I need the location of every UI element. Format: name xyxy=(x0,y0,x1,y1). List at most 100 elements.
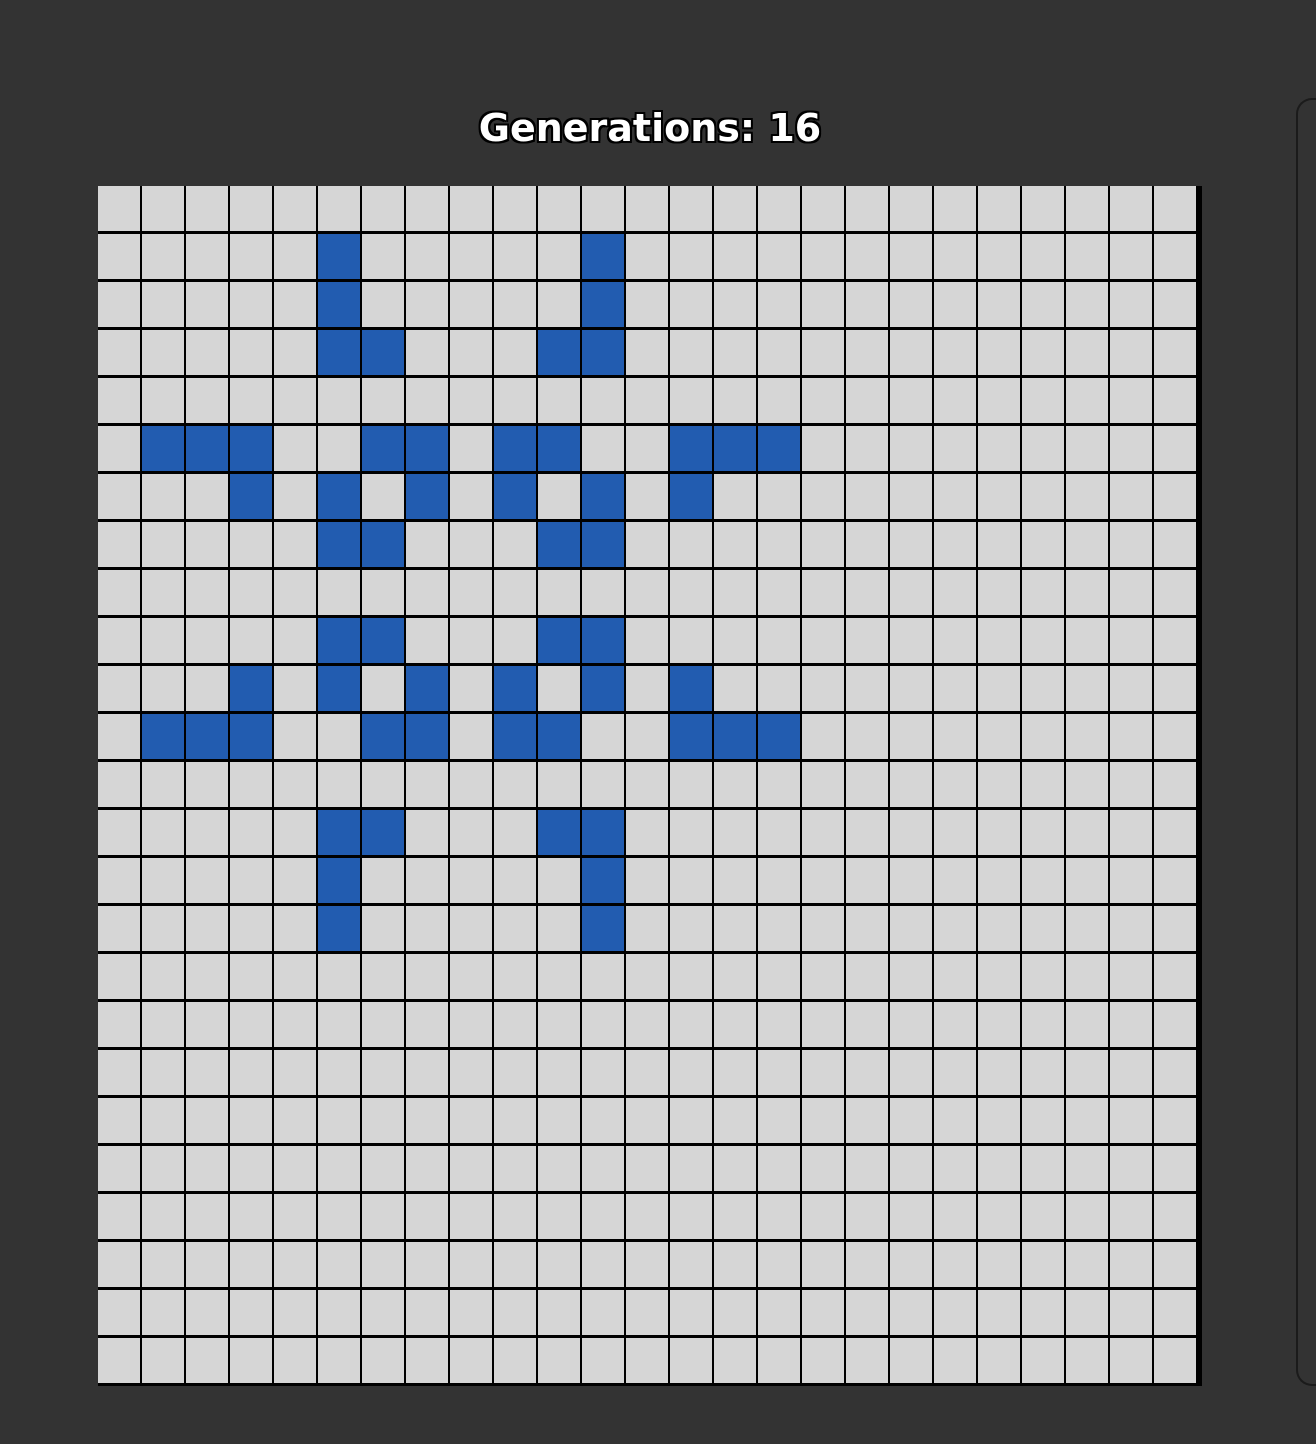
grid-cell[interactable] xyxy=(626,378,670,426)
grid-cell[interactable] xyxy=(582,1242,626,1290)
grid-cell[interactable] xyxy=(362,906,406,954)
grid-cell[interactable] xyxy=(230,954,274,1002)
grid-cell[interactable] xyxy=(978,954,1022,1002)
grid-cell[interactable] xyxy=(758,282,802,330)
grid-cell[interactable] xyxy=(890,1098,934,1146)
grid-cell-alive[interactable] xyxy=(142,426,186,474)
grid-cell[interactable] xyxy=(846,618,890,666)
grid-cell[interactable] xyxy=(142,474,186,522)
grid-cell[interactable] xyxy=(802,858,846,906)
grid-cell[interactable] xyxy=(98,1146,142,1194)
grid-cell[interactable] xyxy=(934,666,978,714)
grid-cell[interactable] xyxy=(670,954,714,1002)
grid-cell[interactable] xyxy=(494,1242,538,1290)
grid-cell-alive[interactable] xyxy=(582,906,626,954)
grid-cell[interactable] xyxy=(538,234,582,282)
grid-cell[interactable] xyxy=(934,618,978,666)
grid-cell[interactable] xyxy=(230,330,274,378)
grid-cell-alive[interactable] xyxy=(186,714,230,762)
grid-cell[interactable] xyxy=(1022,426,1066,474)
grid-cell-alive[interactable] xyxy=(318,522,362,570)
grid-cell[interactable] xyxy=(626,426,670,474)
grid-cell[interactable] xyxy=(450,474,494,522)
grid-cell[interactable] xyxy=(494,282,538,330)
grid-cell[interactable] xyxy=(802,522,846,570)
grid-cell[interactable] xyxy=(1154,762,1198,810)
grid-cell[interactable] xyxy=(186,810,230,858)
grid-cell[interactable] xyxy=(450,1290,494,1338)
grid-cell[interactable] xyxy=(934,1194,978,1242)
grid-cell[interactable] xyxy=(1154,906,1198,954)
grid-cell[interactable] xyxy=(494,810,538,858)
grid-cell[interactable] xyxy=(758,1338,802,1386)
grid-cell[interactable] xyxy=(846,714,890,762)
grid-cell[interactable] xyxy=(230,1242,274,1290)
grid-cell-alive[interactable] xyxy=(582,522,626,570)
grid-cell[interactable] xyxy=(1110,618,1154,666)
grid-cell[interactable] xyxy=(1022,858,1066,906)
grid-cell[interactable] xyxy=(758,186,802,234)
grid-cell[interactable] xyxy=(1110,474,1154,522)
grid-cell[interactable] xyxy=(978,522,1022,570)
grid-cell[interactable] xyxy=(494,858,538,906)
grid-cell[interactable] xyxy=(934,330,978,378)
grid-cell-alive[interactable] xyxy=(582,618,626,666)
grid-cell[interactable] xyxy=(978,570,1022,618)
grid-cell-alive[interactable] xyxy=(670,714,714,762)
grid-cell[interactable] xyxy=(846,1242,890,1290)
grid-cell[interactable] xyxy=(1022,474,1066,522)
grid-cell[interactable] xyxy=(186,1146,230,1194)
grid-cell[interactable] xyxy=(142,954,186,1002)
grid-cell[interactable] xyxy=(538,474,582,522)
grid-cell[interactable] xyxy=(758,954,802,1002)
grid-cell[interactable] xyxy=(582,426,626,474)
grid-cell-alive[interactable] xyxy=(230,714,274,762)
grid-cell[interactable] xyxy=(626,810,670,858)
grid-cell[interactable] xyxy=(1066,714,1110,762)
grid-cell[interactable] xyxy=(978,234,1022,282)
grid-cell[interactable] xyxy=(758,1290,802,1338)
grid-cell[interactable] xyxy=(98,474,142,522)
grid-cell[interactable] xyxy=(1022,1098,1066,1146)
grid-cell[interactable] xyxy=(450,378,494,426)
grid-cell[interactable] xyxy=(98,906,142,954)
grid-cell[interactable] xyxy=(538,1338,582,1386)
grid-cell[interactable] xyxy=(890,570,934,618)
grid-cell[interactable] xyxy=(846,378,890,426)
grid-cell[interactable] xyxy=(670,906,714,954)
grid-cell[interactable] xyxy=(714,1098,758,1146)
grid-cell[interactable] xyxy=(142,1050,186,1098)
grid-cell[interactable] xyxy=(362,762,406,810)
grid-cell[interactable] xyxy=(450,1002,494,1050)
grid-cell[interactable] xyxy=(890,234,934,282)
grid-cell[interactable] xyxy=(1154,186,1198,234)
grid-cell[interactable] xyxy=(1154,618,1198,666)
grid-cell[interactable] xyxy=(978,282,1022,330)
grid-cell[interactable] xyxy=(1154,426,1198,474)
grid-cell[interactable] xyxy=(1110,570,1154,618)
grid-cell[interactable] xyxy=(1066,1098,1110,1146)
grid-cell[interactable] xyxy=(846,186,890,234)
grid-cell[interactable] xyxy=(626,906,670,954)
grid-cell[interactable] xyxy=(934,474,978,522)
grid-cell[interactable] xyxy=(802,234,846,282)
grid-cell[interactable] xyxy=(450,186,494,234)
grid-cell[interactable] xyxy=(538,1146,582,1194)
grid-cell[interactable] xyxy=(538,1290,582,1338)
grid-cell[interactable] xyxy=(1110,1002,1154,1050)
grid-cell[interactable] xyxy=(1154,1194,1198,1242)
grid-cell[interactable] xyxy=(846,330,890,378)
grid-cell[interactable] xyxy=(186,1002,230,1050)
grid-cell[interactable] xyxy=(186,666,230,714)
grid-cell[interactable] xyxy=(582,1002,626,1050)
grid-cell[interactable] xyxy=(1066,282,1110,330)
grid-cell[interactable] xyxy=(318,1050,362,1098)
grid-cell[interactable] xyxy=(802,1242,846,1290)
grid-cell[interactable] xyxy=(142,1338,186,1386)
grid-cell[interactable] xyxy=(1154,522,1198,570)
grid-cell[interactable] xyxy=(406,618,450,666)
grid-cell[interactable] xyxy=(978,1098,1022,1146)
grid-cell[interactable] xyxy=(890,1002,934,1050)
grid-cell[interactable] xyxy=(450,522,494,570)
grid-cell[interactable] xyxy=(670,618,714,666)
